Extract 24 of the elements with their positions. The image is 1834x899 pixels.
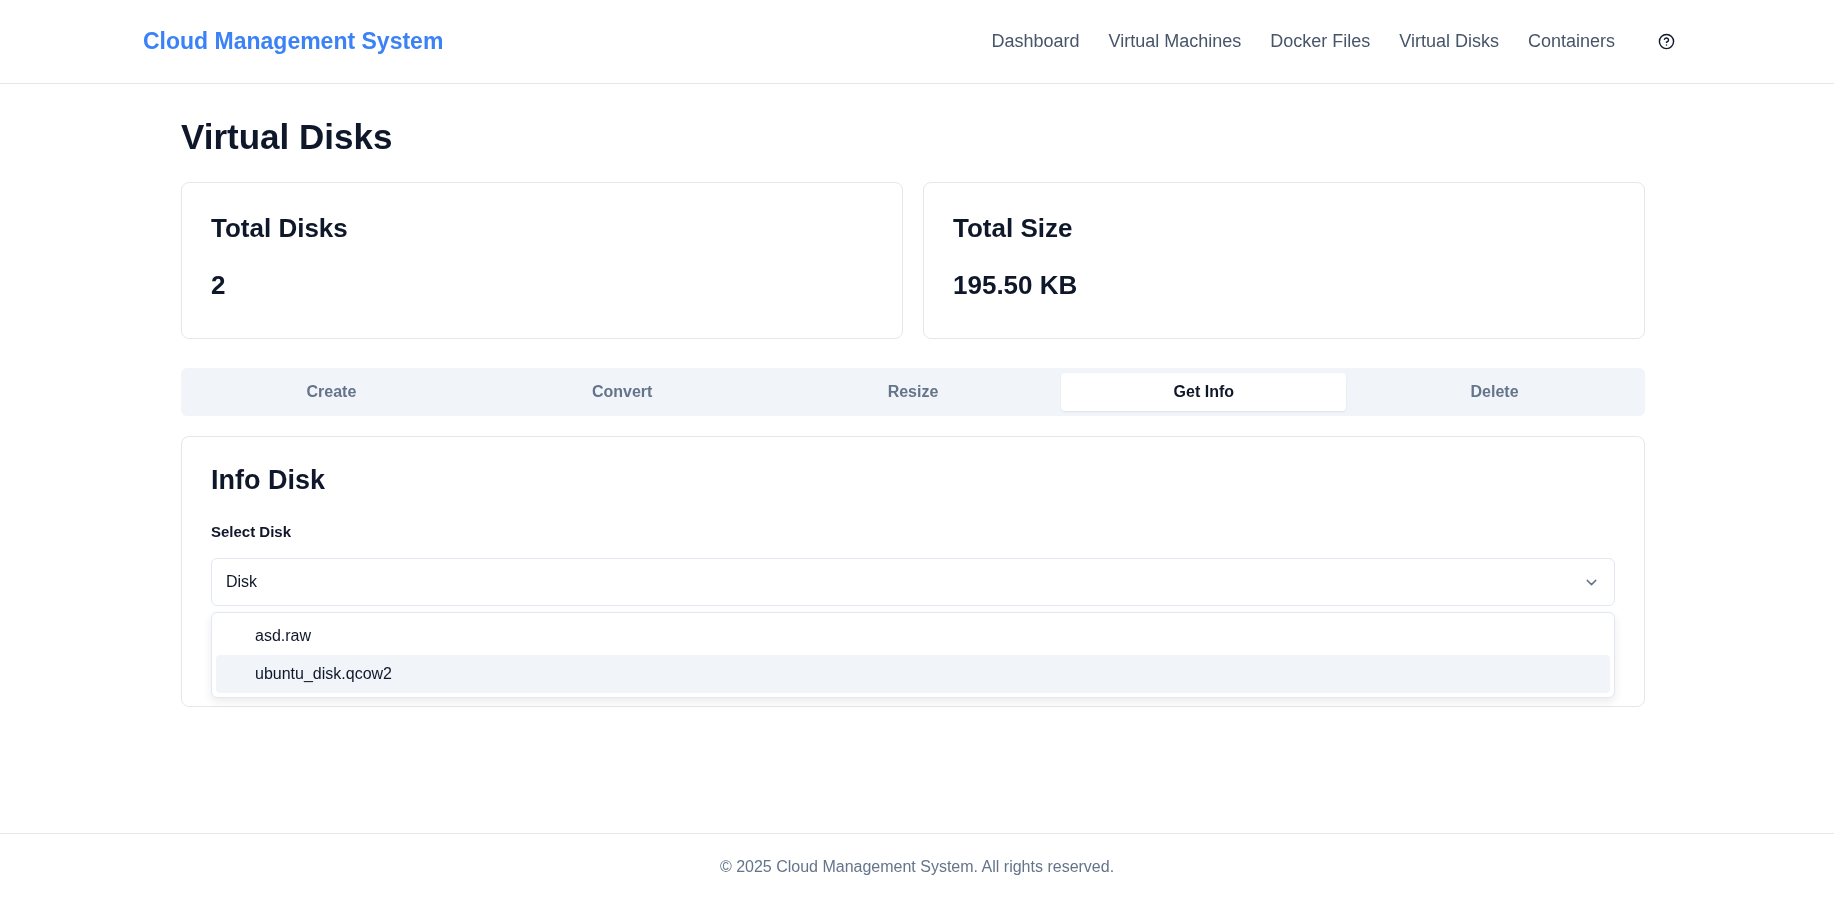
tab[interactable]: Get Info — [1061, 373, 1347, 411]
stat-value: 2 — [211, 270, 227, 301]
help-icon — [1658, 33, 1675, 50]
field-label: Select Disk — [211, 523, 293, 540]
stat-label: Total Disks — [211, 213, 349, 244]
nav-link[interactable]: Containers — [1527, 31, 1615, 52]
tab[interactable]: Convert — [479, 373, 765, 411]
nav-link[interactable]: Docker Files — [1270, 31, 1371, 52]
dropdown-option[interactable]: ubuntu_disk.qcow2 — [216, 655, 1610, 693]
disk-select[interactable]: Disk — [211, 558, 1615, 606]
tab[interactable]: Resize — [770, 373, 1056, 411]
card-title: Info Disk — [211, 465, 326, 496]
brand-title: Cloud Management System — [143, 28, 444, 55]
dropdown-option[interactable]: asd.raw — [216, 617, 1610, 655]
stat-label: Total Size — [953, 213, 1074, 244]
help-button[interactable] — [1658, 33, 1675, 50]
nav-link[interactable]: Virtual Disks — [1399, 31, 1499, 52]
copyright-text: © 2025 Cloud Management System. All rights reserved. — [719, 857, 1115, 876]
nav-link[interactable]: Dashboard — [991, 31, 1080, 52]
nav-link[interactable]: Virtual Machines — [1108, 31, 1242, 52]
tab[interactable]: Delete — [1352, 373, 1637, 411]
page-title: Virtual Disks — [181, 117, 394, 157]
tab[interactable]: Create — [189, 373, 474, 411]
stat-value: 195.50 KB — [953, 270, 1079, 301]
